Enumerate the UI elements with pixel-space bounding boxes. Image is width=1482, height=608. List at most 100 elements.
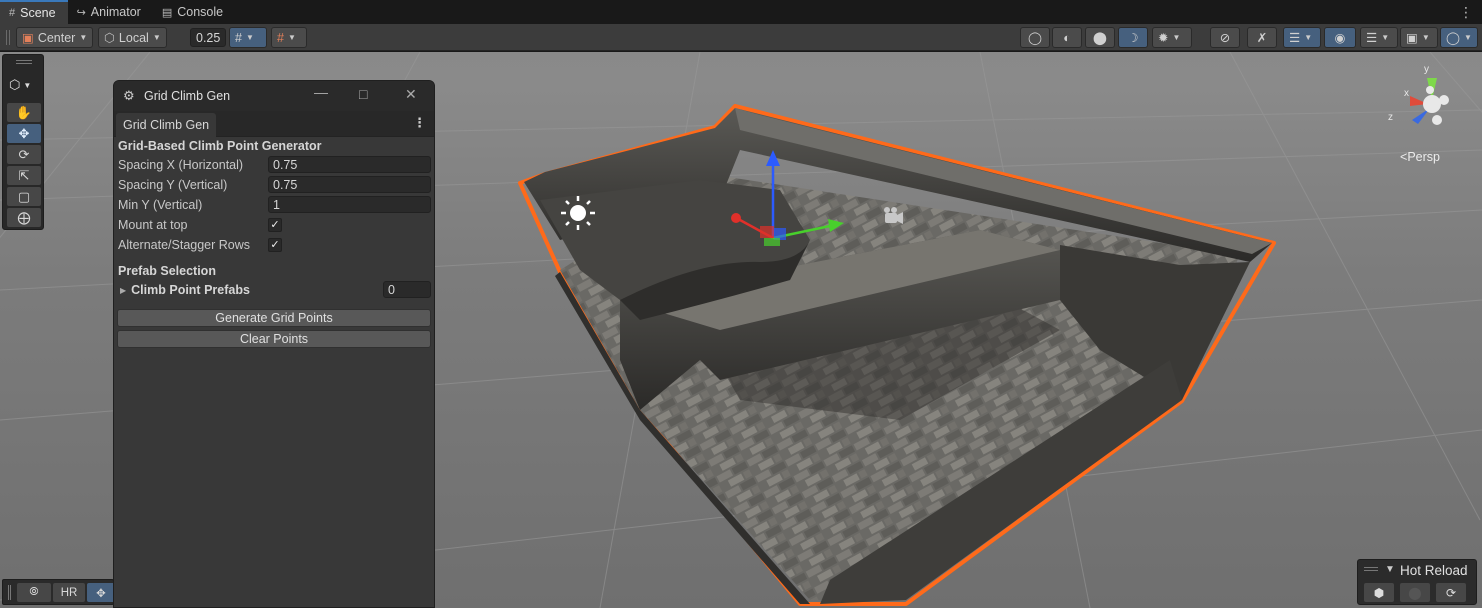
chevron-down-icon: ▼ — [23, 80, 32, 90]
shaded-wireframe-icon: ◐ — [1063, 30, 1071, 45]
lighting-toggle[interactable]: ☽ — [1118, 27, 1148, 48]
shaded-sphere-icon: ⬤ — [1093, 31, 1107, 45]
object-mode-dropdown[interactable]: ⬡ ▼ — [9, 77, 31, 93]
toolbar-grip-icon[interactable] — [6, 30, 10, 45]
foldout-label: Climb Point Prefabs — [131, 283, 250, 297]
palette-grip-icon[interactable] — [16, 60, 32, 64]
move-tool-button[interactable]: ✥ — [7, 124, 41, 143]
move-overlay-button[interactable]: ✥ — [87, 583, 115, 602]
chevron-down-icon: ▼ — [1381, 33, 1390, 42]
hr-button[interactable]: HR — [53, 583, 85, 602]
tab-console[interactable]: ▤ Console — [153, 0, 235, 24]
audio-toggle[interactable]: ⊘ — [1210, 27, 1240, 48]
camera-icon: ▣ — [1406, 31, 1418, 45]
window-titlebar[interactable]: ⚙ Grid Climb Gen — □ ✕ — [114, 81, 434, 111]
hot-reload-logo-icon: ⬢ — [1373, 585, 1385, 600]
compass-button[interactable]: ⦾ — [17, 583, 51, 602]
hand-tool-button[interactable]: ✋ — [7, 103, 41, 122]
gizmo-globe-icon: ◯ — [1446, 31, 1460, 45]
tool-palette: ⬡ ▼ ✋ ✥ ⟳ ⇱ ▢ ⨁ — [2, 54, 44, 230]
visibility-toggle[interactable]: ◉ — [1324, 27, 1356, 48]
transform-tool-button[interactable]: ⨁ — [7, 208, 41, 227]
generate-grid-points-button[interactable]: Generate Grid Points — [117, 309, 431, 327]
bottom-overlay-bar: ⦾ HR ✥ — [2, 579, 115, 605]
kebab-menu-icon[interactable]: ⋮ — [413, 115, 426, 131]
chevron-down-icon: ▼ — [287, 33, 296, 42]
editor-tab-bar: # Scene ↪ Animator ▤ Console ⋮ — [0, 0, 1482, 24]
hand-icon: ✋ — [15, 104, 33, 120]
record-icon: ⬤ — [1408, 585, 1422, 600]
chevron-down-icon[interactable]: ▼ — [1385, 564, 1395, 575]
spacing-x-input[interactable]: 0.75 — [268, 156, 431, 173]
spacing-y-input[interactable]: 0.75 — [268, 176, 431, 193]
grid-snap-toggle[interactable]: # ▼ — [229, 27, 267, 48]
scene-visibility-dropdown[interactable]: ☰ ▼ — [1283, 27, 1321, 48]
tab-grid-climb-gen[interactable]: Grid Climb Gen — [116, 113, 217, 137]
checkmark-icon: ✓ — [270, 239, 280, 251]
pivot-rotation-dropdown[interactable]: ⬡ Local ▼ — [98, 27, 167, 48]
spacing-y-label: Spacing Y (Vertical) — [118, 178, 228, 192]
effects-toggle[interactable]: ✗ — [1247, 27, 1277, 48]
orientation-gizmo[interactable] — [1410, 78, 1449, 125]
snap-increment-input[interactable]: 0.25 — [190, 28, 226, 47]
shaded-wire-button[interactable]: ◐ — [1052, 27, 1082, 48]
scale-tool-button[interactable]: ⇱ — [7, 166, 41, 185]
min-y-input[interactable]: 1 — [268, 196, 431, 213]
draw-mode-button[interactable]: ◯ — [1020, 27, 1050, 48]
rect-tool-button[interactable]: ▢ — [7, 187, 41, 206]
hot-reload-title: Hot Reload — [1400, 563, 1468, 578]
window-title: Grid Climb Gen — [144, 89, 231, 103]
grid-climb-gen-window: ⚙ Grid Climb Gen — □ ✕ Grid Climb Gen ⋮ … — [113, 80, 435, 608]
more-options-icon[interactable]: ⋮ — [1449, 0, 1482, 24]
layers-dropdown[interactable]: ☰ ▼ — [1360, 27, 1398, 48]
audio-mute-icon: ⊘ — [1219, 31, 1231, 45]
shaded-button[interactable]: ⬤ — [1085, 27, 1115, 48]
debug-draw-dropdown[interactable]: ✹ ▼ — [1152, 27, 1192, 48]
tab-scene-label: Scene — [20, 6, 56, 20]
globe-icon: ◯ — [1028, 31, 1042, 45]
projection-label[interactable]: <Persp — [1400, 150, 1440, 164]
rotate-tool-button[interactable]: ⟳ — [7, 145, 41, 164]
bug-icon: ✹ — [1158, 31, 1169, 45]
gizmos-dropdown[interactable]: ◯ ▼ — [1440, 27, 1478, 48]
camera-dropdown[interactable]: ▣ ▼ — [1400, 27, 1438, 48]
prefab-count-input[interactable]: 0 — [383, 281, 431, 298]
pivot-mode-dropdown[interactable]: ▣ Center ▼ — [16, 27, 94, 48]
refresh-icon: ⟳ — [1445, 585, 1457, 600]
chevron-down-icon: ▼ — [1304, 33, 1313, 42]
persp-text: Persp — [1407, 150, 1440, 164]
tab-console-label: Console — [177, 5, 224, 19]
tab-animator[interactable]: ↪ Animator — [68, 0, 153, 24]
overlay-grip-icon[interactable] — [8, 585, 11, 600]
maximize-icon[interactable]: □ — [359, 86, 367, 102]
scale-icon: ⇱ — [18, 167, 30, 183]
animator-icon: ↪ — [76, 6, 86, 19]
gizmo-z-label: z — [1388, 112, 1393, 123]
rotate-icon: ⟳ — [18, 146, 30, 162]
clear-points-button[interactable]: Clear Points — [117, 330, 431, 348]
lighting-icon: ☽ — [1127, 31, 1139, 45]
spacing-x-label: Spacing X (Horizontal) — [118, 158, 244, 172]
layers-icon: ☰ — [1289, 31, 1301, 45]
rect-icon: ▢ — [17, 188, 31, 204]
alternate-rows-checkbox[interactable]: ✓ — [268, 238, 282, 252]
climb-point-prefabs-foldout[interactable]: ▶ Climb Point Prefabs — [120, 283, 250, 297]
mount-at-top-checkbox[interactable]: ✓ — [268, 218, 282, 232]
hot-reload-grip-icon[interactable] — [1364, 567, 1378, 571]
pivot-mode-label: Center — [37, 30, 76, 45]
hot-reload-record-button[interactable]: ⬤ — [1400, 583, 1430, 602]
mount-at-top-label: Mount at top — [118, 218, 188, 232]
close-icon[interactable]: ✕ — [405, 86, 417, 103]
prefab-section-header: Prefab Selection — [118, 264, 216, 278]
unity-app-icon: ⚙ — [123, 88, 135, 103]
chevron-down-icon: ▼ — [245, 33, 254, 42]
grid-visibility-toggle[interactable]: # ▼ — [271, 27, 307, 48]
foldout-arrow-icon: ▶ — [120, 285, 127, 295]
minimize-icon[interactable]: — — [314, 84, 328, 100]
generator-header: Grid-Based Climb Point Generator — [118, 139, 322, 153]
tab-scene[interactable]: # Scene — [0, 0, 68, 24]
hot-reload-settings-button[interactable]: ⬢ — [1364, 583, 1394, 602]
grid-snap-icon: # — [235, 30, 242, 45]
gizmo-y-label: y — [1424, 64, 1429, 75]
hot-reload-refresh-button[interactable]: ⟳ — [1436, 583, 1466, 602]
